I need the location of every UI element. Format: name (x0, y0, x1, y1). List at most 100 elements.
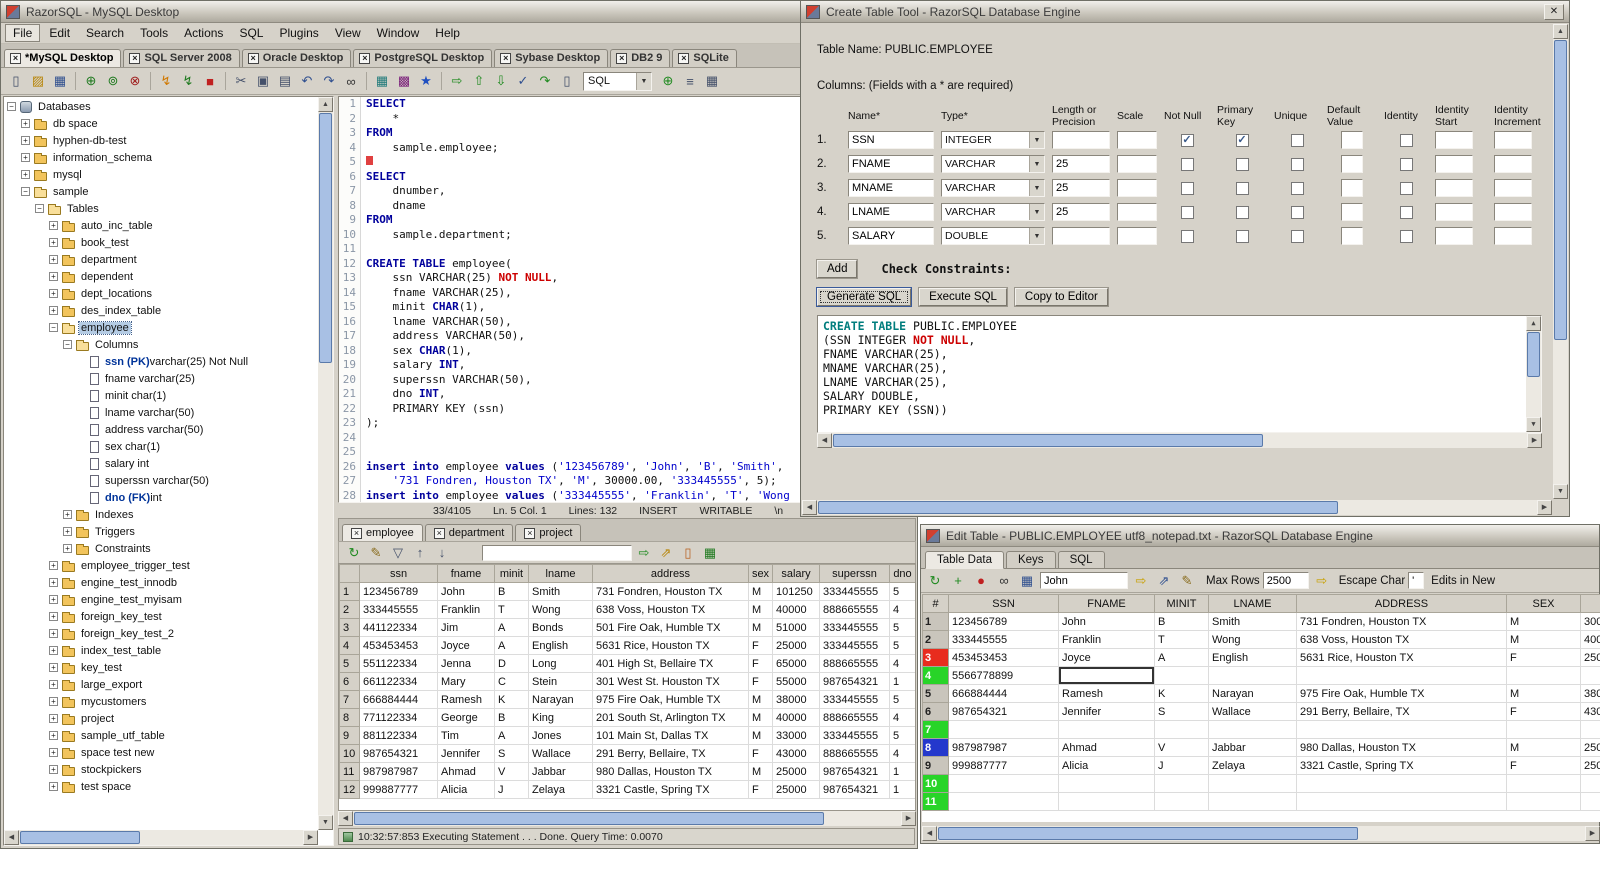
table-row[interactable]: 9 999887777 Alicia J Zelaya 3321 Castle, Spri… (922, 756, 1600, 775)
tree-item-sample-utf-table[interactable]: + sample_utf_table (4, 727, 318, 744)
cell[interactable]: M (1506, 738, 1581, 757)
tree-item-dept-locations[interactable]: + dept_locations (4, 285, 318, 302)
expand-icon[interactable]: + (49, 595, 58, 604)
cell[interactable]: Joyce (1058, 648, 1155, 667)
edit-col-ssn[interactable]: SSN (948, 594, 1059, 613)
cell[interactable] (1580, 774, 1600, 793)
tree-item-hyphen-db-test[interactable]: + hyphen-db-test (4, 132, 318, 149)
cell[interactable]: 975 Fire Oak, Humble TX (1296, 684, 1507, 703)
cell[interactable]: Ramesh (1058, 684, 1155, 703)
table-row[interactable]: 3 453453453 Joyce A English 5631 Rice, Housto… (922, 648, 1600, 667)
edit-scroll-thumb[interactable] (938, 827, 1358, 840)
tree-item-dependent[interactable]: + dependent (4, 268, 318, 285)
edit-tab-table-data[interactable]: Table Data (925, 551, 1004, 569)
menu-sql[interactable]: SQL (232, 25, 270, 41)
results-col-minit[interactable]: minit (494, 564, 529, 583)
not-null-checkbox[interactable] (1180, 205, 1194, 219)
tree-item-engine-test-innodb[interactable]: + engine_test_innodb (4, 574, 318, 591)
cell[interactable]: 666884444 (948, 684, 1059, 703)
cell[interactable] (1208, 666, 1297, 685)
cell[interactable]: English (1208, 648, 1297, 667)
stop-icon[interactable]: ■ (200, 71, 220, 91)
scroll-right-icon[interactable]: ▶ (1537, 500, 1552, 515)
nav-down-icon[interactable]: ⇩ (491, 71, 511, 91)
cell[interactable]: Narayan (1208, 684, 1297, 703)
tree-item-index-test-table[interactable]: + index_test_table (4, 642, 318, 659)
tree-item-test-space[interactable]: + test space (4, 778, 318, 795)
expand-icon[interactable]: + (49, 255, 58, 264)
results-col-superssn[interactable]: superssn (819, 564, 890, 583)
close-tab-icon[interactable]: × (616, 52, 628, 64)
query-builder-icon[interactable]: ▩ (394, 71, 414, 91)
connect-icon[interactable]: ⊕ (81, 71, 101, 91)
expand-icon[interactable]: + (49, 578, 58, 587)
generated-sql-textarea[interactable]: ▲ ▼ CREATE TABLE PUBLIC.EMPLOYEE (SSN INT… (817, 315, 1542, 433)
identity-checkbox[interactable] (1399, 181, 1413, 195)
primary-key-checkbox[interactable] (1235, 205, 1249, 219)
identity-start-input[interactable] (1435, 179, 1473, 197)
not-null-checkbox[interactable] (1180, 181, 1194, 195)
expand-icon[interactable]: + (21, 119, 30, 128)
results-col-address[interactable]: address (592, 564, 749, 583)
tree-item-superssn-varchar-50[interactable]: superssn varchar(50) (4, 472, 318, 489)
scroll-up-icon[interactable]: ▲ (318, 97, 333, 112)
close-tab-icon[interactable]: × (351, 527, 362, 539)
table-row[interactable]: 3 441122334 Jim A Bonds 501 Fire Oak, Humble … (339, 618, 915, 637)
column-type-select[interactable]: INTEGER ▼ (941, 131, 1045, 149)
cell[interactable] (1058, 666, 1155, 685)
default-value-input[interactable] (1341, 131, 1363, 149)
tree-item-auto-inc-table[interactable]: + auto_inc_table (4, 217, 318, 234)
edit-col-salary[interactable]: SALARY (1580, 594, 1600, 613)
identity-increment-input[interactable] (1494, 203, 1532, 221)
tree-item-db-space[interactable]: + db space (4, 115, 318, 132)
tree-item-department[interactable]: + department (4, 251, 318, 268)
table-row[interactable]: 5 666884444 Ramesh K Narayan 975 Fire Oak, Hu… (922, 684, 1600, 703)
sql-hscroll-thumb[interactable] (833, 434, 1263, 447)
main-titlebar[interactable]: RazorSQL - MySQL Desktop (1, 1, 917, 23)
close-tab-icon[interactable]: × (247, 52, 259, 64)
search-input[interactable] (1040, 572, 1128, 589)
scroll-down-icon[interactable]: ▼ (1553, 484, 1568, 499)
connection-tab-sql-server-2008[interactable]: × SQL Server 2008 (123, 49, 240, 67)
primary-key-checkbox[interactable] (1235, 157, 1249, 171)
export-spreadsheet-icon[interactable]: ▦ (700, 543, 720, 563)
cell[interactable]: Jabbar (1208, 738, 1297, 757)
cell[interactable] (1208, 792, 1297, 811)
tree-item-information-schema[interactable]: + information_schema (4, 149, 318, 166)
table-row[interactable]: 10 (922, 774, 1600, 793)
default-value-input[interactable] (1341, 227, 1363, 245)
tree-item-mysql[interactable]: + mysql (4, 166, 318, 183)
scroll-down-icon[interactable]: ▼ (318, 815, 333, 830)
disconnect-icon[interactable]: ⊗ (125, 71, 145, 91)
connection-tab-sqlite[interactable]: × SQLite (672, 49, 737, 67)
cell[interactable]: 30000 (1580, 612, 1600, 631)
expand-icon[interactable]: + (49, 663, 58, 672)
cell[interactable]: 25000 (1580, 738, 1600, 757)
column-name-input[interactable] (848, 155, 934, 173)
cell[interactable] (1296, 666, 1507, 685)
results-col-lname[interactable]: lname (528, 564, 593, 583)
escape-char-input[interactable] (1408, 572, 1425, 589)
identity-checkbox[interactable] (1399, 133, 1413, 147)
table-row[interactable]: 4 5566778899 (922, 666, 1600, 685)
expand-icon[interactable]: + (63, 510, 72, 519)
cell[interactable]: 123456789 (948, 612, 1059, 631)
tree-item-foreign-key-test-2[interactable]: + foreign_key_test_2 (4, 625, 318, 642)
delete-row-icon[interactable]: ● (971, 571, 991, 591)
nav-up-icon[interactable]: ⇧ (469, 71, 489, 91)
menu-actions[interactable]: Actions (177, 25, 230, 41)
column-type-select[interactable]: VARCHAR ▼ (941, 179, 1045, 197)
close-tab-icon[interactable]: × (10, 52, 21, 64)
identity-increment-input[interactable] (1494, 227, 1532, 245)
primary-key-checkbox[interactable] (1235, 181, 1249, 195)
table-row[interactable]: 6 661122334 Mary C Stein 301 West St. Houston… (339, 672, 915, 691)
save-edits-icon[interactable]: ▦ (1017, 571, 1037, 591)
scroll-right-icon[interactable]: ▶ (303, 830, 318, 845)
tree-item-foreign-key-test[interactable]: + foreign_key_test (4, 608, 318, 625)
filter-results-icon[interactable]: ▽ (388, 543, 408, 563)
table-row[interactable]: 7 666884444 Ramesh K Narayan 975 Fire Oak, Hu… (339, 690, 915, 709)
expand-icon[interactable]: + (49, 731, 58, 740)
cell[interactable]: A (1154, 648, 1209, 667)
expand-icon[interactable]: + (49, 272, 58, 281)
sort-ascending-icon[interactable]: ↑ (410, 543, 430, 563)
